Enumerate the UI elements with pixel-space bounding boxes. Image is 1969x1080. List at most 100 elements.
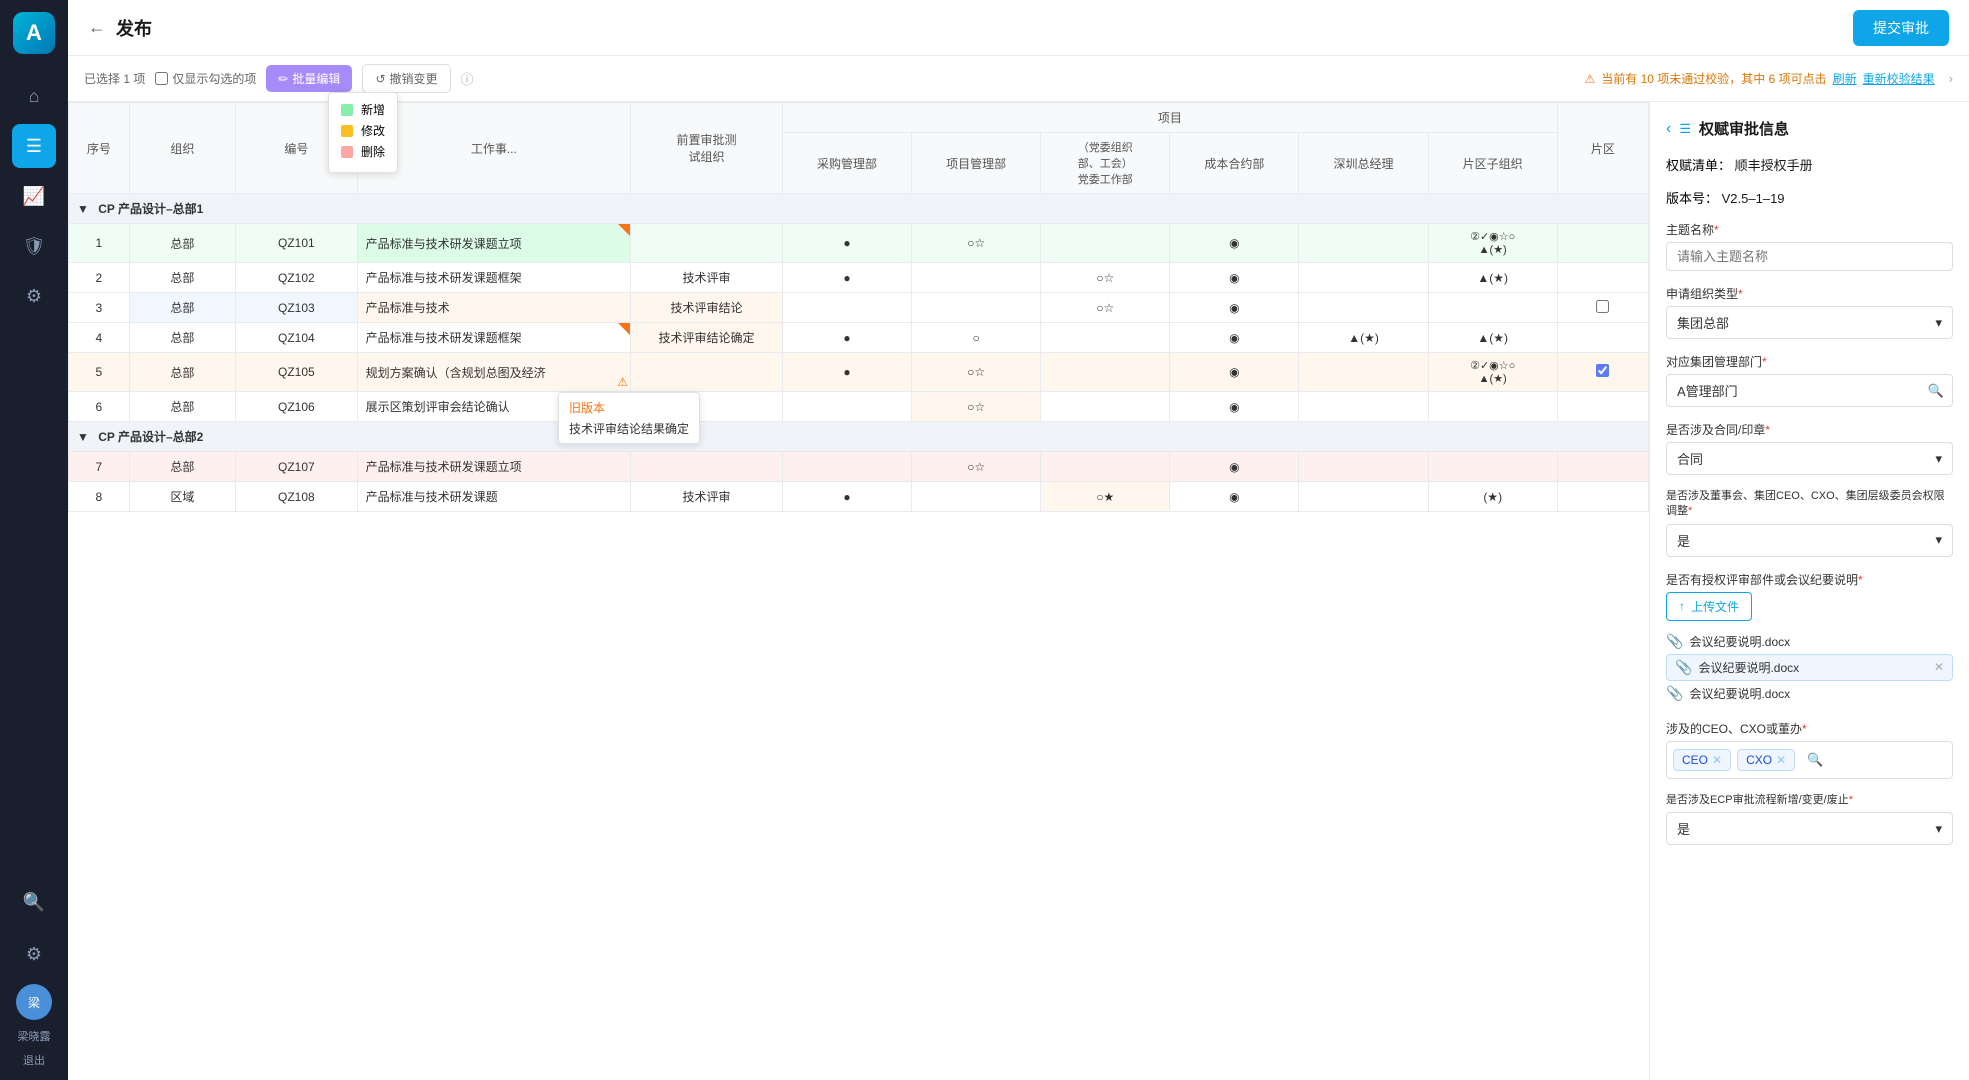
file-item-2[interactable]: 📎 会议纪要说明.docx ✕ xyxy=(1666,654,1953,681)
file-item-1[interactable]: 📎 会议纪要说明.docx xyxy=(1666,629,1953,654)
list-field: 权赋清单： 顺丰授权手册 xyxy=(1666,155,1953,174)
ceo-search-icon[interactable]: 🔍 xyxy=(1799,746,1831,774)
selected-info: 已选择 1 项 xyxy=(84,70,145,87)
row-3-area xyxy=(1557,293,1648,323)
row-2-org: 总部 xyxy=(129,263,235,293)
search-icon[interactable]: 🔍 xyxy=(1920,377,1952,405)
contract-select[interactable]: 合同 ▾ xyxy=(1666,442,1953,475)
info-icon[interactable]: ⓘ xyxy=(461,69,474,88)
file-item-3[interactable]: 📎 会议纪要说明.docx xyxy=(1666,681,1953,706)
board-select[interactable]: 是 ▾ xyxy=(1666,524,1953,557)
tooltip-popup: 旧版本 技术评审结论结果确定 xyxy=(558,392,700,444)
row-2-area xyxy=(1557,263,1648,293)
logout-button[interactable]: 退出 xyxy=(23,1052,45,1068)
main-area: ← 发布 提交审批 已选择 1 项 仅显示勾选的项 ✏ 批量编辑 ↺ 撤销变更 … xyxy=(68,0,1969,1080)
file-close-2[interactable]: ✕ xyxy=(1934,660,1944,674)
sidebar-item-home[interactable]: ⌂ xyxy=(12,74,56,118)
row-3-seq: 3 xyxy=(69,293,130,323)
topic-label: 主题名称* xyxy=(1666,221,1953,238)
row-2-project xyxy=(912,263,1041,293)
submit-button[interactable]: 提交审批 xyxy=(1853,10,1949,46)
tag-cxo-close[interactable]: ✕ xyxy=(1776,753,1786,767)
row-5-checkbox[interactable] xyxy=(1596,364,1609,377)
sidebar-bottom: 🔍 ⚙ 梁 梁晓露 退出 xyxy=(12,880,56,1068)
sidebar-settings-icon[interactable]: ⚙ xyxy=(12,932,56,976)
header: ← 发布 提交审批 xyxy=(68,0,1969,56)
panel-toggle[interactable]: ‹ xyxy=(1666,120,1671,138)
mgmt-dept-label: 对应集团管理部门* xyxy=(1666,353,1953,370)
sidebar-search-icon[interactable]: 🔍 xyxy=(12,880,56,924)
upload-button[interactable]: ↑ 上传文件 xyxy=(1666,592,1752,621)
right-panel: ‹ ☰ 权赋审批信息 权赋清单： 顺丰授权手册 版本号： V2.5–1–19 主… xyxy=(1649,102,1969,1080)
tag-ceo-label: CEO xyxy=(1682,753,1708,767)
row-6-zone xyxy=(1428,392,1557,422)
sidebar-item-shield[interactable]: 🛡 xyxy=(12,224,56,268)
th-pre: 前置审批测试组织 xyxy=(631,103,783,194)
mgmt-dept-field: 对应集团管理部门* A管理部门 🔍 xyxy=(1666,353,1953,407)
row-5-work: 规划方案确认（含规划总图及经济 ⚠ xyxy=(357,353,630,392)
legend-item-modify: 修改 xyxy=(341,122,385,139)
mgmt-dept-search[interactable]: A管理部门 🔍 xyxy=(1666,374,1953,407)
row-7-seq: 7 xyxy=(69,452,130,482)
corner-mark-1 xyxy=(618,224,630,236)
ecp-select[interactable]: 是 ▾ xyxy=(1666,812,1953,845)
row-1-code: QZ101 xyxy=(236,224,358,263)
th-cost: 成本合约部 xyxy=(1170,133,1299,194)
row-6-seq: 6 xyxy=(69,392,130,422)
modify-dot xyxy=(341,125,353,137)
row-3-work[interactable]: 产品标准与技术 xyxy=(357,293,630,323)
chevron-down-icon: ▾ xyxy=(1935,315,1942,331)
refresh-link[interactable]: 刷新 xyxy=(1833,70,1857,87)
show-selected-checkbox[interactable] xyxy=(155,72,168,85)
org-type-select[interactable]: 集团总部 ▾ xyxy=(1666,306,1953,339)
row-5-cost: ◉ xyxy=(1170,353,1299,392)
show-selected-label[interactable]: 仅显示勾选的项 xyxy=(155,70,256,87)
back-button[interactable]: ← xyxy=(88,17,106,38)
toolbar: 已选择 1 项 仅显示勾选的项 ✏ 批量编辑 ↺ 撤销变更 ⓘ 新增 修改 xyxy=(68,56,1969,102)
topic-field: 主题名称* xyxy=(1666,221,1953,271)
sidebar-item-chart[interactable]: 📈 xyxy=(12,174,56,218)
sidebar-item-settings[interactable]: ⚙ xyxy=(12,274,56,318)
th-project-group: 项目 xyxy=(782,103,1557,133)
row-2-seq: 2 xyxy=(69,263,130,293)
org-type-field: 申请组织类型* 集团总部 ▾ xyxy=(1666,285,1953,339)
chevron-down-icon-4: ▾ xyxy=(1935,821,1942,837)
row-8-area xyxy=(1557,482,1648,512)
cancel-change-button[interactable]: ↺ 撤销变更 xyxy=(362,64,450,93)
edit-icon: ✏ xyxy=(278,72,288,86)
mgmt-dept-value: A管理部门 xyxy=(1667,375,1920,406)
recheck-link[interactable]: 重新校验结果 xyxy=(1863,70,1935,87)
avatar[interactable]: 梁 xyxy=(16,984,52,1020)
header-left: ← 发布 xyxy=(88,15,152,41)
row-8-shenzhen xyxy=(1299,482,1428,512)
row-5-org: 总部 xyxy=(129,353,235,392)
version-value: V2.5–1–19 xyxy=(1722,191,1785,206)
group-1-header: ▼ CP 产品设计–总部1 xyxy=(69,194,1649,224)
expand-icon[interactable]: › xyxy=(1949,71,1953,86)
topic-input[interactable] xyxy=(1666,242,1953,271)
warning-icon: ⚠ xyxy=(1585,72,1596,86)
row-3-pre: 技术评审结论 xyxy=(631,293,783,323)
row-4-purchase: ● xyxy=(782,323,911,353)
row-6-shenzhen xyxy=(1299,392,1428,422)
row-3-org: 总部 xyxy=(129,293,235,323)
row-3-party: ○☆ xyxy=(1041,293,1170,323)
row-8-org: 区域 xyxy=(129,482,235,512)
row-8-code: QZ108 xyxy=(236,482,358,512)
tag-cxo: CXO ✕ xyxy=(1737,749,1795,771)
row-3-checkbox[interactable] xyxy=(1596,300,1609,313)
th-seq: 序号 xyxy=(69,103,130,194)
sidebar-item-docs[interactable]: ☰ xyxy=(12,124,56,168)
row-2-shenzhen xyxy=(1299,263,1428,293)
file-icon-2: 📎 xyxy=(1675,659,1692,676)
th-shenzhen: 深圳总经理 xyxy=(1299,133,1428,194)
group-2-toggle[interactable]: ▼ xyxy=(77,430,89,444)
batch-edit-button[interactable]: ✏ 批量编辑 xyxy=(266,65,352,92)
app-logo: A xyxy=(13,12,55,54)
chevron-down-icon-3: ▾ xyxy=(1935,532,1942,548)
tag-ceo-close[interactable]: ✕ xyxy=(1712,753,1722,767)
sidebar-nav: ⌂ ☰ 📈 🛡 ⚙ xyxy=(12,74,56,880)
group-2-header: ▼ CP 产品设计–总部2 xyxy=(69,422,1649,452)
row-8-seq: 8 xyxy=(69,482,130,512)
group-1-toggle[interactable]: ▼ xyxy=(77,202,89,216)
